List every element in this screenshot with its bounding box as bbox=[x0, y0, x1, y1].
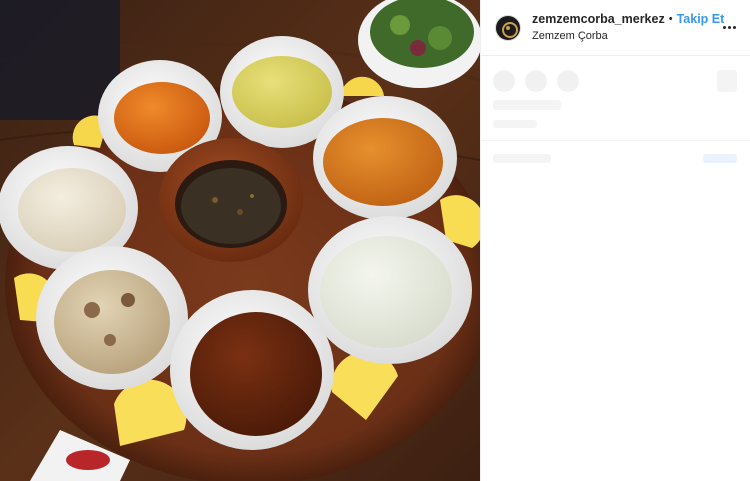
separator-dot: • bbox=[668, 13, 673, 25]
post-header: zemzemcorba_merkez • Takip Et Zemzem Çor… bbox=[481, 0, 750, 56]
like-icon-placeholder bbox=[493, 70, 515, 92]
post-button-placeholder bbox=[703, 154, 737, 163]
post-meta: zemzemcorba_merkez • Takip Et Zemzem Çor… bbox=[532, 12, 724, 43]
post-side-panel: zemzemcorba_merkez • Takip Et Zemzem Çor… bbox=[480, 0, 750, 481]
more-options-icon[interactable] bbox=[720, 19, 738, 37]
comment-icon-placeholder bbox=[525, 70, 547, 92]
profile-avatar[interactable] bbox=[495, 14, 521, 41]
likes-placeholder bbox=[493, 100, 561, 110]
follow-button[interactable]: Takip Et bbox=[677, 12, 725, 27]
location-link[interactable]: Zemzem Çorba bbox=[532, 29, 720, 43]
instagram-post: zemzemcorba_merkez • Takip Et Zemzem Çor… bbox=[0, 0, 750, 481]
share-icon-placeholder bbox=[557, 70, 579, 92]
save-icon-placeholder bbox=[717, 70, 737, 92]
username-link[interactable]: zemzemcorba_merkez bbox=[532, 12, 665, 27]
soup-platter-image bbox=[0, 0, 480, 481]
comment-divider bbox=[481, 140, 750, 141]
post-meta-top: zemzemcorba_merkez • Takip Et bbox=[532, 12, 724, 27]
comment-input-placeholder bbox=[493, 154, 551, 163]
date-placeholder bbox=[493, 120, 537, 128]
post-photo[interactable] bbox=[0, 0, 480, 481]
